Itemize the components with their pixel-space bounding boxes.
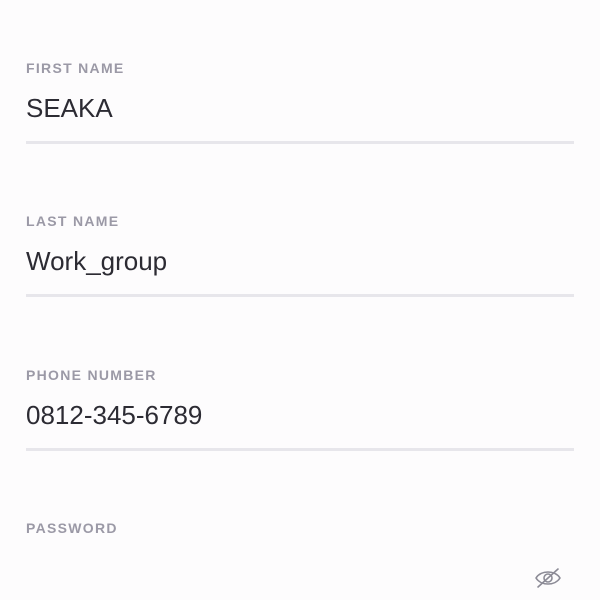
phone-number-label: PHONE NUMBER <box>26 367 157 383</box>
profile-form: FIRST NAME SEAKA LAST NAME Work_group PH… <box>0 0 600 600</box>
last-name-field: LAST NAME Work_group <box>26 213 574 297</box>
last-name-underline <box>26 294 574 297</box>
first-name-underline <box>26 141 574 144</box>
first-name-input[interactable]: SEAKA <box>26 92 574 124</box>
phone-number-underline <box>26 448 574 451</box>
phone-number-field: PHONE NUMBER 0812-345-6789 <box>26 367 574 451</box>
first-name-label: FIRST NAME <box>26 60 125 76</box>
last-name-label: LAST NAME <box>26 213 120 229</box>
phone-number-input[interactable]: 0812-345-6789 <box>26 399 574 431</box>
eye-off-icon <box>535 568 561 588</box>
first-name-field: FIRST NAME SEAKA <box>26 60 574 144</box>
password-label: PASSWORD <box>26 520 118 536</box>
password-field: PASSWORD <box>26 520 574 584</box>
password-visibility-toggle[interactable] <box>533 566 563 590</box>
last-name-input[interactable]: Work_group <box>26 245 574 277</box>
password-input[interactable] <box>26 552 574 584</box>
